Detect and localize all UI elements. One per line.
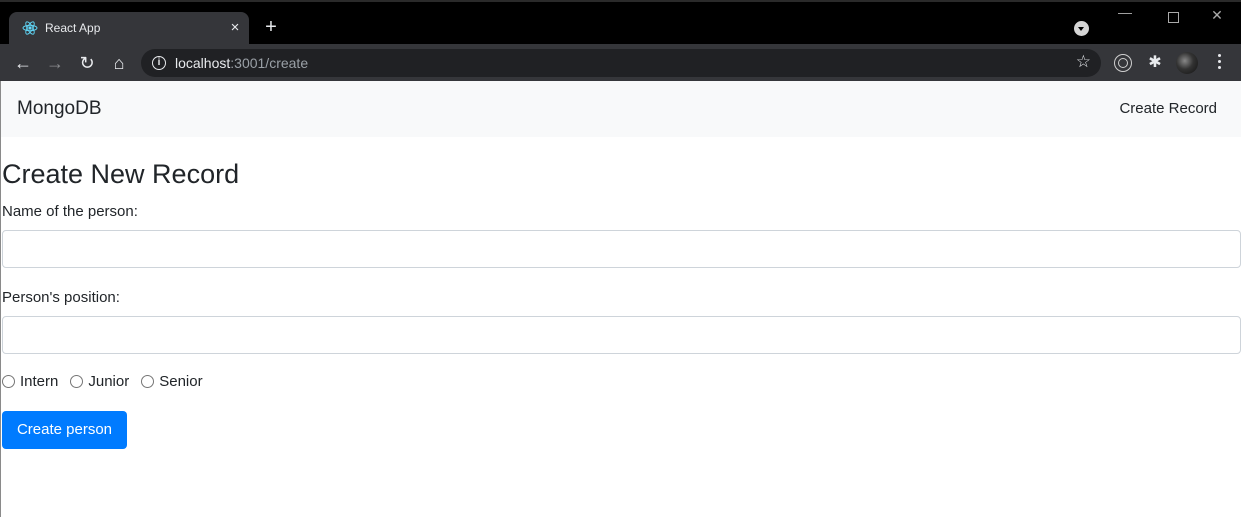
url-host: localhost bbox=[175, 55, 231, 71]
radio-label: Junior bbox=[88, 373, 130, 390]
forward-arrow-icon[interactable]: → bbox=[44, 52, 66, 74]
create-person-button[interactable]: Create person bbox=[2, 411, 127, 449]
new-tab-icon[interactable]: + bbox=[262, 17, 280, 37]
tab-title: React App bbox=[45, 21, 101, 35]
position-input[interactable] bbox=[2, 316, 1241, 354]
profile-avatar[interactable] bbox=[1176, 52, 1198, 74]
maximize-icon[interactable] bbox=[1158, 7, 1188, 26]
browser-toolbar: ← → ↻ ⌂ i localhost:3001/create ☆ ✱ bbox=[0, 44, 1241, 81]
radio-senior[interactable]: Senior bbox=[141, 373, 203, 390]
minimize-icon[interactable]: — bbox=[1110, 4, 1140, 20]
page: MongoDB Create Record Create New Record … bbox=[0, 81, 1241, 517]
level-radio-group: Intern Junior Senior bbox=[2, 373, 215, 390]
back-arrow-icon[interactable]: ← bbox=[12, 52, 34, 74]
extensions-puzzle-icon[interactable]: ✱ bbox=[1145, 53, 1165, 73]
react-logo-icon bbox=[22, 21, 38, 35]
navbar-brand[interactable]: MongoDB bbox=[17, 98, 102, 120]
browser-menu-icon[interactable] bbox=[1212, 52, 1226, 74]
tab-close-icon[interactable]: × bbox=[226, 19, 244, 37]
close-window-icon[interactable]: ✕ bbox=[1202, 7, 1232, 24]
radio-junior[interactable]: Junior bbox=[70, 373, 129, 390]
radio-label: Intern bbox=[20, 373, 59, 390]
browser-tab-react-app[interactable]: React App × bbox=[9, 12, 249, 46]
navbar: MongoDB Create Record bbox=[1, 81, 1241, 137]
bookmark-star-icon[interactable]: ☆ bbox=[1076, 52, 1091, 72]
extension-target-icon[interactable] bbox=[1113, 53, 1133, 73]
name-input[interactable] bbox=[2, 230, 1241, 268]
browser-titlebar: React App × + — ✕ bbox=[0, 0, 1241, 46]
radio-intern[interactable]: Intern bbox=[2, 373, 58, 390]
address-bar[interactable]: i localhost:3001/create ☆ bbox=[141, 49, 1101, 77]
position-label: Person's position: bbox=[2, 289, 120, 306]
radio-label: Senior bbox=[159, 373, 203, 390]
name-label: Name of the person: bbox=[2, 203, 138, 220]
url-text[interactable]: localhost:3001/create bbox=[175, 55, 308, 71]
radio-button-icon[interactable] bbox=[2, 375, 15, 388]
site-info-icon[interactable]: i bbox=[152, 56, 166, 70]
home-icon[interactable]: ⌂ bbox=[108, 52, 130, 74]
page-title: Create New Record bbox=[2, 159, 240, 189]
radio-button-icon[interactable] bbox=[70, 375, 84, 388]
nav-link-create-record[interactable]: Create Record bbox=[1119, 100, 1217, 117]
tab-search-icon[interactable] bbox=[1074, 21, 1089, 36]
url-path: :3001/create bbox=[230, 55, 309, 71]
radio-button-icon[interactable] bbox=[141, 375, 155, 388]
reload-icon[interactable]: ↻ bbox=[76, 52, 98, 74]
